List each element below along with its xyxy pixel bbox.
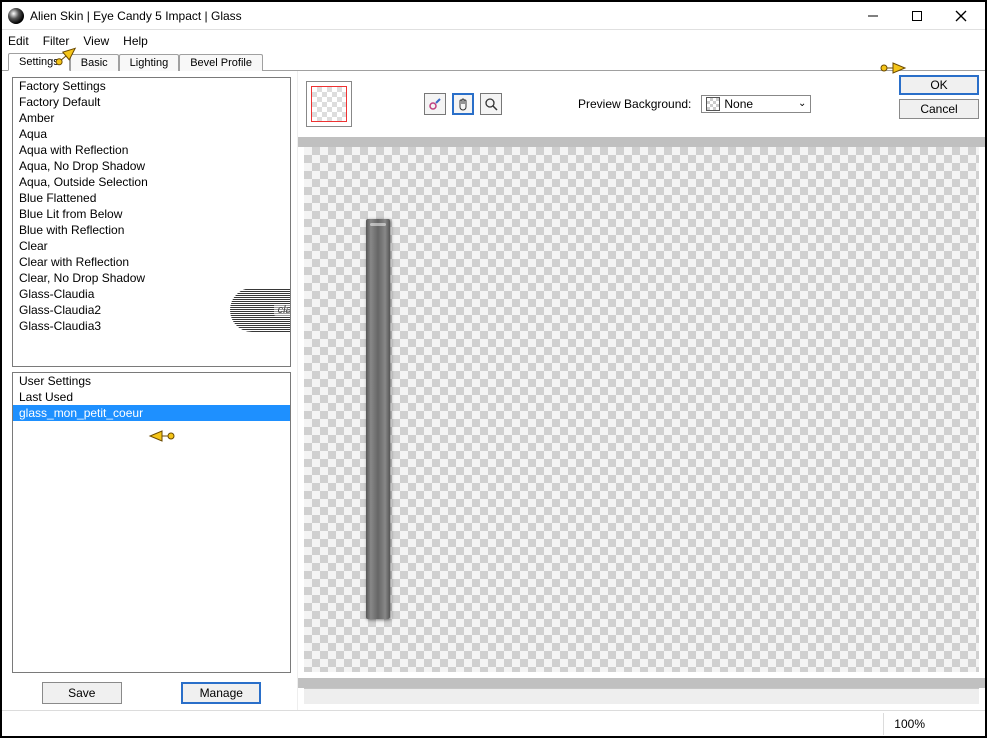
list-item[interactable]: Clear xyxy=(13,238,290,254)
menu-view[interactable]: View xyxy=(83,34,109,48)
tab-lighting[interactable]: Lighting xyxy=(119,54,180,71)
menu-help[interactable]: Help xyxy=(123,34,148,48)
zoom-icon[interactable] xyxy=(480,93,502,115)
pointer-hand-icon xyxy=(879,58,907,78)
list-item[interactable]: Blue with Reflection xyxy=(13,222,290,238)
maximize-button[interactable] xyxy=(895,2,939,29)
ok-button[interactable]: OK xyxy=(899,75,979,95)
list-item[interactable]: Amber xyxy=(13,110,290,126)
list-item[interactable]: Glass-Claudia3 xyxy=(13,318,290,334)
title-bar: Alien Skin | Eye Candy 5 Impact | Glass xyxy=(2,2,985,30)
list-item[interactable]: Clear, No Drop Shadow xyxy=(13,270,290,286)
list-item[interactable]: Aqua with Reflection xyxy=(13,142,290,158)
list-item[interactable]: Glass-Claudia2 xyxy=(13,302,290,318)
preview-object xyxy=(366,219,390,619)
list-item[interactable]: Aqua, Outside Selection xyxy=(13,174,290,190)
settings-panel: Factory Settings Factory Default Amber A… xyxy=(2,71,298,710)
manage-button[interactable]: Manage xyxy=(181,682,261,704)
menu-edit[interactable]: Edit xyxy=(8,34,29,48)
tab-row: Settings Basic Lighting Bevel Profile xyxy=(2,51,985,71)
list-item[interactable]: Glass-Claudia xyxy=(13,286,290,302)
zoom-level: 100% xyxy=(883,713,935,735)
list-item[interactable]: Clear with Reflection xyxy=(13,254,290,270)
eyedropper-icon[interactable] xyxy=(424,93,446,115)
cancel-button[interactable]: Cancel xyxy=(899,99,979,119)
user-settings-header: User Settings xyxy=(13,373,290,389)
save-button[interactable]: Save xyxy=(42,682,122,704)
preview-thumbnail[interactable] xyxy=(306,81,352,127)
horizontal-scrollbar[interactable] xyxy=(304,688,979,704)
preview-canvas[interactable] xyxy=(304,147,979,672)
preview-background-select[interactable]: None ⌄ xyxy=(701,95,811,114)
tab-bevel-profile[interactable]: Bevel Profile xyxy=(179,54,263,71)
list-item[interactable]: Aqua, No Drop Shadow xyxy=(13,158,290,174)
list-item[interactable]: Aqua xyxy=(13,126,290,142)
window-title: Alien Skin | Eye Candy 5 Impact | Glass xyxy=(30,9,851,23)
user-settings-list[interactable]: User Settings Last Used glass_mon_petit_… xyxy=(12,372,291,673)
preview-toolbar: Preview Background: None ⌄ OK Cancel xyxy=(298,71,985,137)
close-button[interactable] xyxy=(939,2,983,29)
app-icon xyxy=(8,8,24,24)
pointer-hand-icon xyxy=(148,426,176,446)
list-item[interactable]: Blue Flattened xyxy=(13,190,290,206)
list-item[interactable]: Blue Lit from Below xyxy=(13,206,290,222)
list-item[interactable]: Last Used xyxy=(13,389,290,405)
chevron-down-icon: ⌄ xyxy=(798,98,806,109)
factory-settings-header: Factory Settings xyxy=(13,78,290,94)
minimize-button[interactable] xyxy=(851,2,895,29)
status-bar: 100% xyxy=(2,710,985,736)
menu-bar: Edit Filter View Help xyxy=(2,30,985,51)
list-item-selected[interactable]: glass_mon_petit_coeur xyxy=(13,405,290,421)
pan-hand-icon[interactable] xyxy=(452,93,474,115)
preview-background-label: Preview Background: xyxy=(578,97,691,111)
list-item[interactable]: Factory Default xyxy=(13,94,290,110)
factory-settings-list[interactable]: Factory Settings Factory Default Amber A… xyxy=(12,77,291,367)
